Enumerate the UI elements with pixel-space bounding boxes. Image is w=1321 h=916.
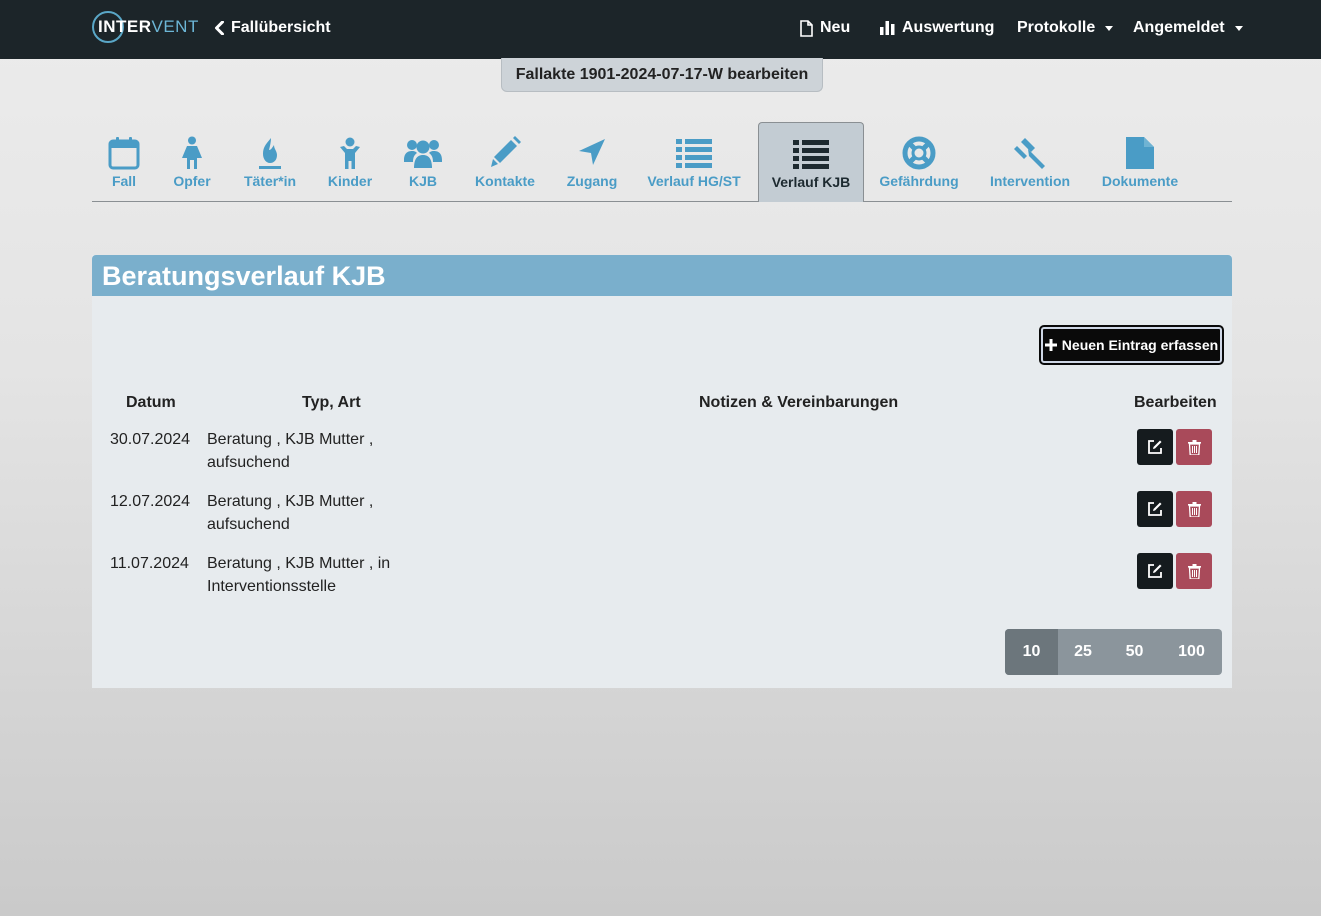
report-label: Auswertung <box>902 19 995 36</box>
page-size-25[interactable]: 25 <box>1058 629 1108 675</box>
tab-label: Täter*in <box>243 173 297 189</box>
trash-icon <box>1187 563 1201 579</box>
tab-dokumente[interactable]: Dokumente <box>1102 122 1178 202</box>
column-header-date[interactable]: Datum <box>126 394 176 412</box>
row-type-line1: Beratung , KJB Mutter , <box>207 431 374 448</box>
page-size-selector: 10 25 50 100 <box>1005 629 1222 675</box>
account-label: Angemeldet <box>1133 19 1225 36</box>
trash-icon <box>1187 501 1201 517</box>
panel-title: Beratungsverlauf KJB <box>102 261 386 291</box>
page-size-10[interactable]: 10 <box>1005 629 1058 675</box>
new-label: Neu <box>820 19 851 36</box>
tab-label: Fall <box>111 173 137 189</box>
tab-label: Gefährdung <box>879 173 959 189</box>
column-header-edit: Bearbeiten <box>1134 394 1217 411</box>
back-to-overview-link[interactable]: Fallübersicht <box>214 19 331 37</box>
row-type-line1: Beratung , KJB Mutter , in <box>207 555 391 572</box>
page-size-50[interactable]: 50 <box>1108 629 1161 675</box>
tab-intervention[interactable]: Intervention <box>990 122 1070 202</box>
delete-entry-button[interactable] <box>1176 429 1212 465</box>
row-date: 11.07.2024 <box>110 555 189 572</box>
protocols-label: Protokolle <box>1017 19 1096 36</box>
edit-icon <box>1148 440 1162 454</box>
tab-zugang[interactable]: Zugang <box>567 122 617 202</box>
caret-down-icon <box>1234 25 1243 31</box>
edit-entry-button[interactable] <box>1137 491 1173 527</box>
tab-label: Kontakte <box>475 173 535 189</box>
tab-gefaehrdung[interactable]: Gefährdung <box>879 122 959 202</box>
delete-entry-button[interactable] <box>1176 553 1212 589</box>
tab-taeter[interactable]: Täter*in <box>242 122 298 202</box>
row-date: 30.07.2024 <box>110 431 191 448</box>
pencil-icon <box>475 136 535 170</box>
tab-kinder[interactable]: Kinder <box>328 122 372 202</box>
column-header-notes[interactable]: Notizen & Vereinbarungen <box>699 394 898 412</box>
file-outline-icon <box>800 19 813 37</box>
child-icon <box>328 136 372 170</box>
edit-entry-button[interactable] <box>1137 553 1173 589</box>
delete-entry-button[interactable] <box>1176 491 1212 527</box>
female-icon <box>172 136 212 170</box>
edit-entry-button[interactable] <box>1137 429 1173 465</box>
case-tabs: Fall Opfer Täter*in Kinder KJB Kontakte <box>92 122 1232 202</box>
protocols-dropdown[interactable]: Protokolle <box>1017 19 1114 37</box>
account-dropdown[interactable]: Angemeldet <box>1133 19 1243 37</box>
back-label: Fallübersicht <box>231 19 331 36</box>
life-ring-icon <box>880 136 958 170</box>
tab-verlauf-kjb[interactable]: Verlauf KJB <box>758 122 864 202</box>
row-type-line2: Interventionsstelle <box>207 578 336 595</box>
tab-label: Zugang <box>566 173 618 189</box>
new-entry-label: Neuen Eintrag erfassen <box>1061 337 1219 353</box>
tab-kontakte[interactable]: Kontakte <box>475 122 535 202</box>
edit-icon <box>1148 502 1162 516</box>
tab-opfer[interactable]: Opfer <box>172 122 212 202</box>
tab-verlauf-hgst[interactable]: Verlauf HG/ST <box>647 122 741 202</box>
tab-label: Verlauf HG/ST <box>647 173 741 189</box>
intervent-logo[interactable]: INTERVENT <box>92 11 198 45</box>
panel-header: Beratungsverlauf KJB <box>92 255 1232 296</box>
tab-label: Intervention <box>989 173 1071 189</box>
tab-kjb[interactable]: KJB <box>404 122 442 202</box>
gavel-icon <box>990 136 1070 170</box>
tab-label: Verlauf KJB <box>771 174 851 190</box>
bar-chart-icon <box>880 21 895 35</box>
new-case-link[interactable]: Neu <box>799 19 850 37</box>
group-icon <box>404 136 442 170</box>
fire-icon <box>242 136 298 170</box>
row-date: 12.07.2024 <box>110 493 191 510</box>
file-icon <box>1102 136 1178 170</box>
calendar-icon <box>107 136 141 170</box>
tab-label: KJB <box>408 173 437 189</box>
list-icon <box>759 137 863 171</box>
tab-fall[interactable]: Fall <box>106 122 142 202</box>
edit-icon <box>1148 564 1162 578</box>
navbar: INTERVENT Fallübersicht Neu Auswertung P… <box>0 0 1321 59</box>
caret-down-icon <box>1105 25 1114 31</box>
trash-icon <box>1187 439 1201 455</box>
row-type-line1: Beratung , KJB Mutter , <box>207 493 374 510</box>
column-header-type[interactable]: Typ, Art <box>302 394 361 412</box>
tab-label: Dokumente <box>1101 173 1179 189</box>
row-type-line2: aufsuchend <box>207 454 290 471</box>
page-size-100[interactable]: 100 <box>1161 629 1222 675</box>
report-link[interactable]: Auswertung <box>879 19 994 37</box>
logo-main-text: INTER <box>98 17 152 36</box>
new-entry-button[interactable]: Neuen Eintrag erfassen <box>1039 325 1224 365</box>
tab-label: Kinder <box>327 173 373 189</box>
row-type-line2: aufsuchend <box>207 516 290 533</box>
tab-label: Opfer <box>173 173 211 189</box>
list-icon <box>648 136 740 170</box>
location-arrow-icon <box>567 136 617 170</box>
logo-accent-text: VENT <box>151 17 199 36</box>
plus-icon <box>1044 339 1057 351</box>
chevron-left-icon <box>215 21 224 35</box>
consultation-panel: Beratungsverlauf KJB Neuen Eintrag erfas… <box>92 255 1232 688</box>
case-title: Fallakte 1901-2024-07-17-W bearbeiten <box>501 58 823 92</box>
